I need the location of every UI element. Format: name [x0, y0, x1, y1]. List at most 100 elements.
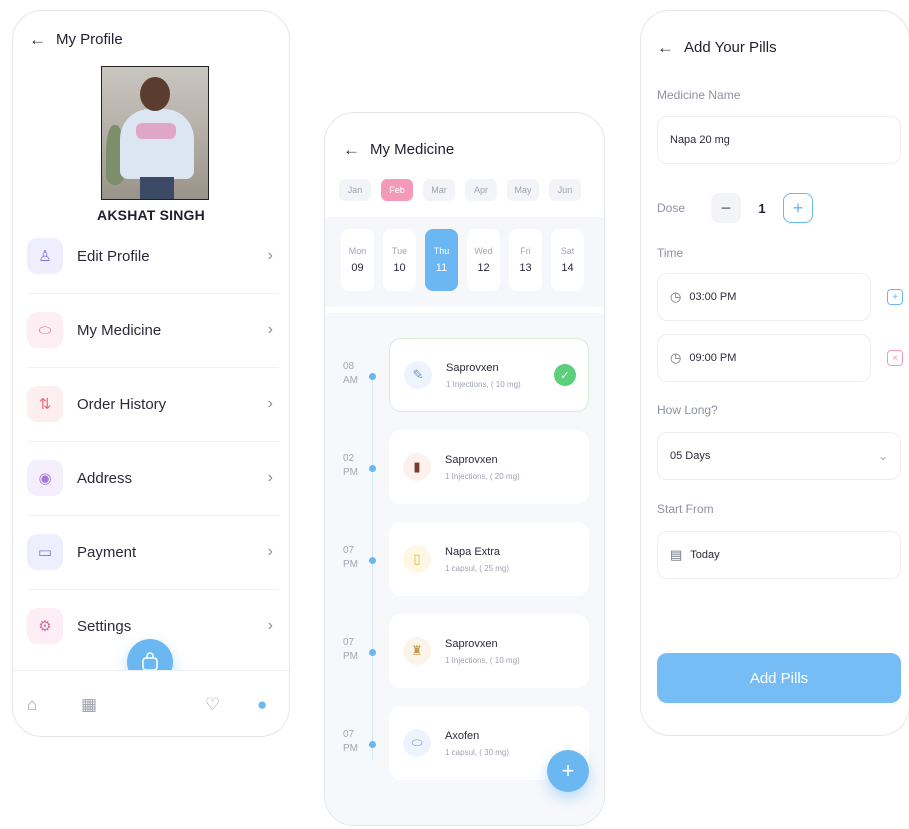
page-title: Add Your Pills: [684, 39, 777, 56]
shopping-bag-icon: [142, 652, 158, 671]
day-date: 10: [393, 262, 406, 274]
clock-icon: ◷: [670, 350, 682, 365]
back-arrow-icon[interactable]: ←: [29, 31, 46, 48]
menu-item-payment[interactable]: ▭ Payment ›: [27, 527, 279, 577]
profile-nav-icon[interactable]: ●: [257, 695, 267, 715]
grid-icon[interactable]: ▦: [81, 695, 97, 715]
add-time-button[interactable]: +: [887, 289, 903, 305]
menu-item-order-history[interactable]: ⇅ Order History ›: [27, 379, 279, 429]
check-icon[interactable]: ✓: [554, 364, 576, 386]
add-pills-header: ← Add Your Pills: [657, 39, 777, 56]
bottle-icon: ▮: [403, 453, 431, 481]
dose-control: Dose − 1 +: [657, 193, 813, 223]
day-tab-wed[interactable]: Wed 12: [467, 229, 500, 291]
day-name: Thu: [433, 246, 450, 256]
remove-time-button[interactable]: ×: [887, 350, 903, 366]
avatar: [101, 66, 209, 200]
timeline-dot: [369, 649, 376, 656]
time-hour: 07: [343, 729, 355, 740]
medicine-card[interactable]: ▯ Napa Extra 1 capsul, ( 25 mg): [389, 522, 589, 596]
chevron-down-icon: ⌄: [877, 449, 888, 463]
medicine-dosage: 1 capsul, ( 25 mg): [445, 563, 510, 573]
home-icon[interactable]: ⌂: [27, 695, 37, 715]
menu-item-address[interactable]: ◉ Address ›: [27, 453, 279, 503]
medicine-name-field[interactable]: Napa 20 mg: [657, 116, 901, 164]
start-from-field[interactable]: ▤ Today: [657, 531, 901, 579]
plus-icon: +: [792, 197, 804, 218]
start-from-value: Today: [690, 549, 720, 561]
time-field-1[interactable]: ◷ 03:00 PM: [657, 273, 871, 321]
medicine-card[interactable]: ♜ Saprovxen 1 Injections, ( 10 mg): [389, 614, 589, 688]
pill-icon: ⬭: [403, 729, 431, 757]
day-date: 12: [477, 262, 490, 274]
menu-item-label: Payment: [77, 543, 137, 561]
medicine-dosage: 1 Injections, ( 10 mg): [446, 379, 521, 389]
day-date: 09: [351, 262, 364, 274]
day-tab-mon[interactable]: Mon 09: [341, 229, 374, 291]
medicine-name: Saprovxen: [445, 453, 498, 466]
chevron-right-icon: ›: [267, 617, 273, 634]
medicine-name-label: Medicine Name: [657, 88, 741, 102]
time-hour: 07: [343, 545, 355, 556]
day-tab-thu[interactable]: Thu 11: [425, 229, 458, 291]
schedule-time: 02 PM: [343, 452, 358, 480]
time-field-2[interactable]: ◷ 09:00 PM: [657, 334, 871, 382]
medicine-card[interactable]: ✎ Saprovxen 1 Injections, ( 10 mg) ✓: [389, 338, 589, 412]
shield-icon[interactable]: ♡: [205, 695, 220, 715]
medicine-name-value: Napa 20 mg: [670, 134, 730, 146]
bottom-nav: ⌂ ▦ ♡ ●: [13, 670, 289, 736]
add-pills-button[interactable]: Add Pills: [657, 653, 901, 703]
menu-item-my-medicine[interactable]: ⬭ My Medicine ›: [27, 305, 279, 355]
month-tab-feb[interactable]: Feb: [381, 179, 413, 201]
dose-value: 1: [758, 200, 766, 216]
month-tab-apr[interactable]: Apr: [465, 179, 497, 201]
calendar-icon: ▤: [670, 547, 683, 562]
chevron-right-icon: ›: [267, 247, 273, 264]
medicine-name: Saprovxen: [445, 637, 498, 650]
chevron-right-icon: ›: [267, 395, 273, 412]
time-hour: 07: [343, 637, 355, 648]
day-tab-fri[interactable]: Fri 13: [509, 229, 542, 291]
location-pin-icon: ◉: [27, 460, 63, 496]
close-icon: ×: [892, 352, 898, 364]
time-value: 03:00 PM: [689, 291, 737, 303]
day-name: Mon: [348, 246, 367, 256]
day-tab-tue[interactable]: Tue 10: [383, 229, 416, 291]
user-icon: ♙: [27, 238, 63, 274]
month-tab-jun[interactable]: Jun: [549, 179, 581, 201]
month-tab-jan[interactable]: Jan: [339, 179, 371, 201]
gear-icon: ⚙: [27, 608, 63, 644]
menu-item-edit-profile[interactable]: ♙ Edit Profile ›: [27, 231, 279, 281]
dose-decrement-button[interactable]: −: [711, 193, 741, 223]
back-arrow-icon[interactable]: ←: [657, 39, 674, 56]
plus-icon: +: [561, 758, 575, 783]
timeline-dot: [369, 741, 376, 748]
timeline-line: [372, 375, 373, 760]
divider: [27, 515, 279, 516]
menu-item-label: Settings: [77, 617, 132, 635]
clock-icon: ◷: [670, 289, 682, 304]
schedule-time: 08 AM: [343, 360, 358, 388]
back-arrow-icon[interactable]: ←: [343, 141, 360, 158]
capsule-icon: ▯: [403, 545, 431, 573]
sort-arrows-icon: ⇅: [27, 386, 63, 422]
month-tab-may[interactable]: May: [507, 179, 539, 201]
profile-name: AKSHAT SINGH: [97, 207, 205, 223]
time-ampm: PM: [343, 467, 358, 478]
month-tab-mar[interactable]: Mar: [423, 179, 455, 201]
medicine-header: ← My Medicine: [343, 141, 454, 158]
day-date: 14: [561, 262, 574, 274]
wallet-icon: ▭: [27, 534, 63, 570]
time-hour: 02: [343, 453, 355, 464]
time-hour: 08: [343, 361, 355, 372]
day-tab-sat[interactable]: Sat 14: [551, 229, 584, 291]
vial-icon: ♜: [403, 637, 431, 665]
how-long-select[interactable]: 05 Days ⌄: [657, 432, 901, 480]
menu-item-label: My Medicine: [77, 321, 162, 339]
page-title: My Profile: [56, 31, 123, 48]
how-long-value: 05 Days: [670, 450, 711, 462]
medicine-card[interactable]: ▮ Saprovxen 1 Injections, ( 20 mg): [389, 430, 589, 504]
divider: [27, 441, 279, 442]
add-medicine-fab[interactable]: +: [547, 750, 589, 792]
dose-increment-button[interactable]: +: [783, 193, 813, 223]
